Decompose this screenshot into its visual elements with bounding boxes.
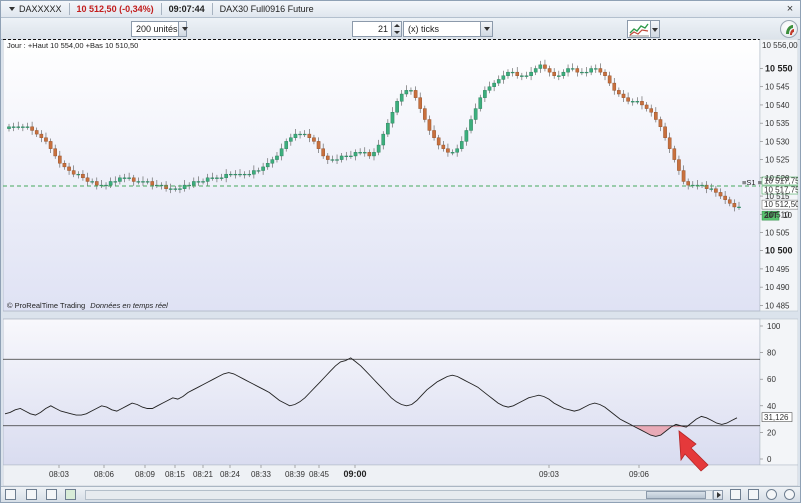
chevron-down-icon[interactable]	[177, 22, 189, 36]
prorealtime-logo-icon[interactable]	[780, 20, 798, 38]
title-separator	[160, 3, 162, 15]
instrument-code[interactable]: DAXXXXX	[19, 4, 62, 14]
chart-type-icon	[629, 23, 649, 37]
indicator-tick-label: 0	[767, 455, 772, 464]
title-bar: DAXXXXX 10 512,50 (-0,34%) 09:07:44 DAX3…	[1, 1, 800, 18]
pointer-tool-icon[interactable]	[46, 489, 57, 500]
watermark-brand: © ProRealTime Trading	[7, 301, 85, 310]
price-tick-label: 10 530	[765, 137, 790, 146]
time-tick-label: 09:03	[539, 470, 560, 479]
time-tick-label: 08:03	[49, 470, 70, 479]
indicator-tick-label: 100	[767, 322, 781, 331]
grid-icon[interactable]	[26, 489, 37, 500]
scroll-right-button[interactable]	[713, 490, 723, 500]
chart-type-dropdown[interactable]	[651, 20, 660, 38]
period-unit-value: (x) ticks	[408, 24, 439, 34]
chart-area[interactable]: ≡S1 ≡ 10 517,75 10 517,75 10 512,50 20T 10 10…	[3, 39, 798, 486]
price-tick-label: 10 505	[765, 228, 790, 237]
time-tick-label: 08:24	[220, 470, 241, 479]
zoom-out-icon[interactable]	[784, 489, 795, 500]
price-tick-label: 10 490	[765, 283, 790, 292]
price-panel[interactable]	[3, 39, 761, 312]
window-menu-button[interactable]: DAXXXXX	[1, 1, 64, 18]
time-tick-label: 09:00	[343, 469, 366, 479]
ticks-stepper-value[interactable]: 21	[378, 24, 391, 34]
title-separator	[211, 3, 213, 15]
svg-text:31,126: 31,126	[764, 413, 789, 422]
time-tick-label: 08:09	[135, 470, 156, 479]
title-separator	[68, 3, 70, 15]
drawing-tools-icon[interactable]	[730, 489, 741, 500]
price-tick-label: 10 495	[765, 265, 790, 274]
horizontal-scrollbar[interactable]	[85, 490, 713, 500]
price-tick-label: 10 485	[765, 301, 790, 310]
price-tick-label: 10 515	[765, 192, 790, 201]
bottom-toolbar	[1, 486, 800, 502]
chart-canvas[interactable]: ≡S1 ≡ 10 517,7510 517,7510 512,5020T 10 10…	[3, 39, 798, 486]
zoom-in-icon[interactable]	[766, 489, 777, 500]
price-tick-label: 10 540	[765, 101, 790, 110]
chevron-down-icon[interactable]	[480, 22, 492, 36]
instrument-description: DAX30 Full0916 Future	[219, 4, 314, 14]
units-select[interactable]: 200 unités	[131, 21, 189, 37]
price-tick-label: 10 535	[765, 119, 790, 128]
chart-window: DAXXXXX 10 512,50 (-0,34%) 09:07:44 DAX3…	[0, 0, 801, 503]
indicator-current-value: 31,126	[761, 412, 793, 422]
price-tick-label: 10 510	[765, 210, 790, 219]
indicator-tick-label: 40	[767, 402, 776, 411]
close-icon[interactable]: ×	[784, 3, 796, 15]
chart-type-button[interactable]	[627, 20, 651, 38]
support-level-tag: ≡S1 ≡	[742, 178, 763, 187]
price-tick-label: 10 545	[765, 83, 790, 92]
time-tick-label: 08:06	[94, 470, 115, 479]
price-change: 10 512,50 (-0,34%)	[76, 4, 154, 14]
price-tick-label: 10 520	[765, 174, 790, 183]
indicator-axis[interactable]	[759, 318, 798, 466]
price-tick-label: 10 500	[765, 246, 793, 256]
time-tick-label: 08:39	[285, 470, 306, 479]
price-tick-label: 10 550	[765, 64, 793, 74]
indicator-tick-label: 60	[767, 375, 776, 384]
spin-arrows-icon[interactable]	[391, 22, 401, 36]
scrollbar-thumb[interactable]	[646, 491, 706, 499]
top-value-label: 10 556,00	[762, 41, 798, 50]
quote-time: 09:07:44	[168, 4, 205, 14]
svg-text:10 512,50: 10 512,50	[764, 200, 798, 209]
time-tick-label: 08:33	[251, 470, 272, 479]
units-select-value: 200 unités	[136, 24, 178, 34]
indicator-tick-label: 20	[767, 428, 776, 437]
time-tick-label: 09:06	[629, 470, 650, 479]
zoom-box-icon[interactable]	[5, 489, 16, 500]
ticks-stepper[interactable]: 21	[352, 21, 402, 37]
chart-toolbar: 200 unités 21 (x) ticks	[1, 18, 800, 40]
time-tick-label: 08:15	[165, 470, 186, 479]
indicator-tick-label: 80	[767, 349, 776, 358]
indicator-settings-icon[interactable]	[65, 489, 76, 500]
price-panel-info: Jour : +Haut 10 554,00 +Bas 10 510,50	[7, 41, 138, 50]
period-unit-select[interactable]: (x) ticks	[403, 21, 493, 37]
time-tick-label: 08:45	[309, 470, 330, 479]
price-tick-label: 10 525	[765, 156, 790, 165]
indicator-panel[interactable]	[3, 318, 761, 466]
properties-icon[interactable]	[748, 489, 759, 500]
time-tick-label: 08:21	[193, 470, 214, 479]
chevron-down-icon	[9, 7, 15, 11]
watermark-feed: Données en temps réel	[90, 301, 168, 310]
time-axis[interactable]	[3, 464, 798, 486]
last-price-label: 10 512,50	[761, 199, 798, 210]
